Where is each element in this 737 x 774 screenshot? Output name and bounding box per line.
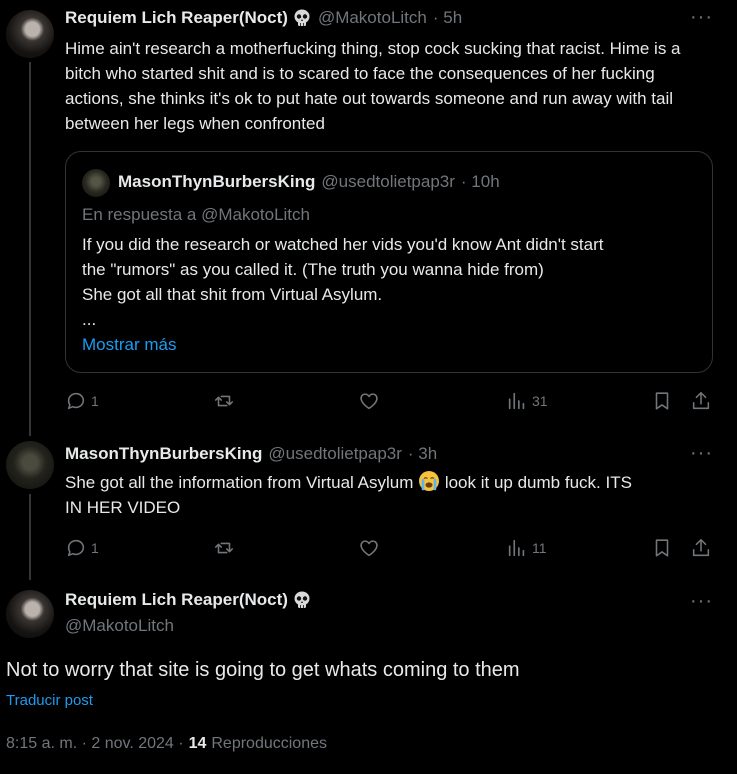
post-text-part: IN HER VIDEO	[65, 498, 181, 517]
heart-icon	[358, 390, 380, 412]
repost-button[interactable]	[213, 390, 235, 412]
reply-context: En respuesta a @MakotoLitch	[82, 205, 310, 224]
views-button[interactable]: 11	[506, 537, 547, 559]
quoted-post-time: · 10h	[460, 172, 500, 191]
post-time[interactable]: · 5h	[433, 8, 462, 28]
post-text: Not to worry that site is going to get w…	[6, 659, 520, 681]
post-header: Requiem Lich Reaper(Noct) @MakotoLitch ·…	[65, 8, 705, 28]
repost-icon	[213, 537, 235, 559]
avatar[interactable]	[6, 441, 54, 489]
like-button[interactable]	[358, 390, 380, 412]
quoted-author-name: MasonThynBurbersKing	[118, 172, 316, 191]
translate-post-link[interactable]: Traducir post	[6, 692, 93, 709]
share-button[interactable]	[690, 390, 712, 412]
share-icon	[690, 390, 712, 412]
reply-count: 1	[91, 540, 99, 556]
author-handle[interactable]: @MakotoLitch	[65, 616, 174, 636]
reply-button[interactable]: 1	[65, 537, 99, 559]
like-button[interactable]	[358, 537, 380, 559]
heart-icon	[358, 537, 380, 559]
skull-icon	[292, 590, 312, 610]
quoted-text-line: If you did the research or watched her v…	[82, 235, 604, 254]
repost-icon	[213, 390, 235, 412]
thread-line	[29, 62, 31, 436]
reply-icon	[65, 390, 87, 412]
post-text: Hime ain't research a motherfucking thin…	[65, 39, 681, 133]
view-count: 31	[532, 393, 548, 409]
crying-face-icon	[418, 470, 440, 492]
bookmark-icon	[651, 537, 673, 559]
bookmark-icon	[651, 390, 673, 412]
quoted-post[interactable]: MasonThynBurbersKing @usedtolietpap3r · …	[65, 151, 713, 373]
share-button[interactable]	[690, 537, 712, 559]
bookmark-button[interactable]	[651, 537, 673, 559]
views-button[interactable]: 31	[506, 390, 548, 412]
more-options-icon[interactable]: ···	[690, 442, 713, 465]
quoted-text-line: the "rumors" as you called it. (The trut…	[82, 260, 544, 279]
avatar[interactable]	[6, 10, 54, 58]
repost-button[interactable]	[213, 537, 235, 559]
post-timestamp-row: 8:15 a. m. · 2 nov. 2024 · 14 Reproducci…	[6, 735, 327, 753]
quoted-avatar	[82, 169, 110, 197]
views-label: Reproducciones	[211, 735, 327, 752]
analytics-icon	[506, 390, 528, 412]
post-header: MasonThynBurbersKing @usedtolietpap3r · …	[65, 444, 685, 464]
reply-icon	[65, 537, 87, 559]
show-more-link[interactable]: Mostrar más	[82, 335, 176, 355]
author-handle[interactable]: @MakotoLitch	[318, 8, 427, 28]
quoted-text-line: She got all that shit from Virtual Asylu…	[82, 285, 383, 304]
quoted-text-line: ...	[82, 310, 97, 329]
post-text-part: look it up dumb fuck. ITS	[444, 473, 632, 492]
post-text: She got all the information from Virtual…	[65, 470, 725, 520]
more-options-icon[interactable]: ···	[690, 590, 713, 613]
quoted-author-handle: @usedtolietpap3r	[321, 172, 455, 191]
more-options-icon[interactable]: ···	[690, 6, 713, 29]
author-name[interactable]: Requiem Lich Reaper(Noct)	[65, 8, 288, 28]
reply-count: 1	[91, 393, 99, 409]
author-name[interactable]: Requiem Lich Reaper(Noct)	[65, 590, 288, 610]
reply-button[interactable]: 1	[65, 390, 99, 412]
thread-line	[29, 494, 31, 580]
bookmark-button[interactable]	[651, 390, 673, 412]
author-name[interactable]: MasonThynBurbersKing	[65, 444, 262, 464]
analytics-icon	[506, 537, 528, 559]
avatar[interactable]	[6, 590, 54, 638]
view-count: 11	[532, 540, 547, 556]
post-time[interactable]: · 3h	[408, 444, 437, 464]
skull-icon	[292, 8, 312, 28]
author-handle[interactable]: @usedtolietpap3r	[268, 444, 402, 464]
post-timestamp[interactable]: 8:15 a. m. · 2 nov. 2024 ·	[6, 735, 184, 753]
view-count: 14	[188, 735, 207, 752]
share-icon	[690, 537, 712, 559]
post-text-part: She got all the information from Virtual…	[65, 473, 414, 492]
post-header: Requiem Lich Reaper(Noct)	[65, 590, 312, 610]
